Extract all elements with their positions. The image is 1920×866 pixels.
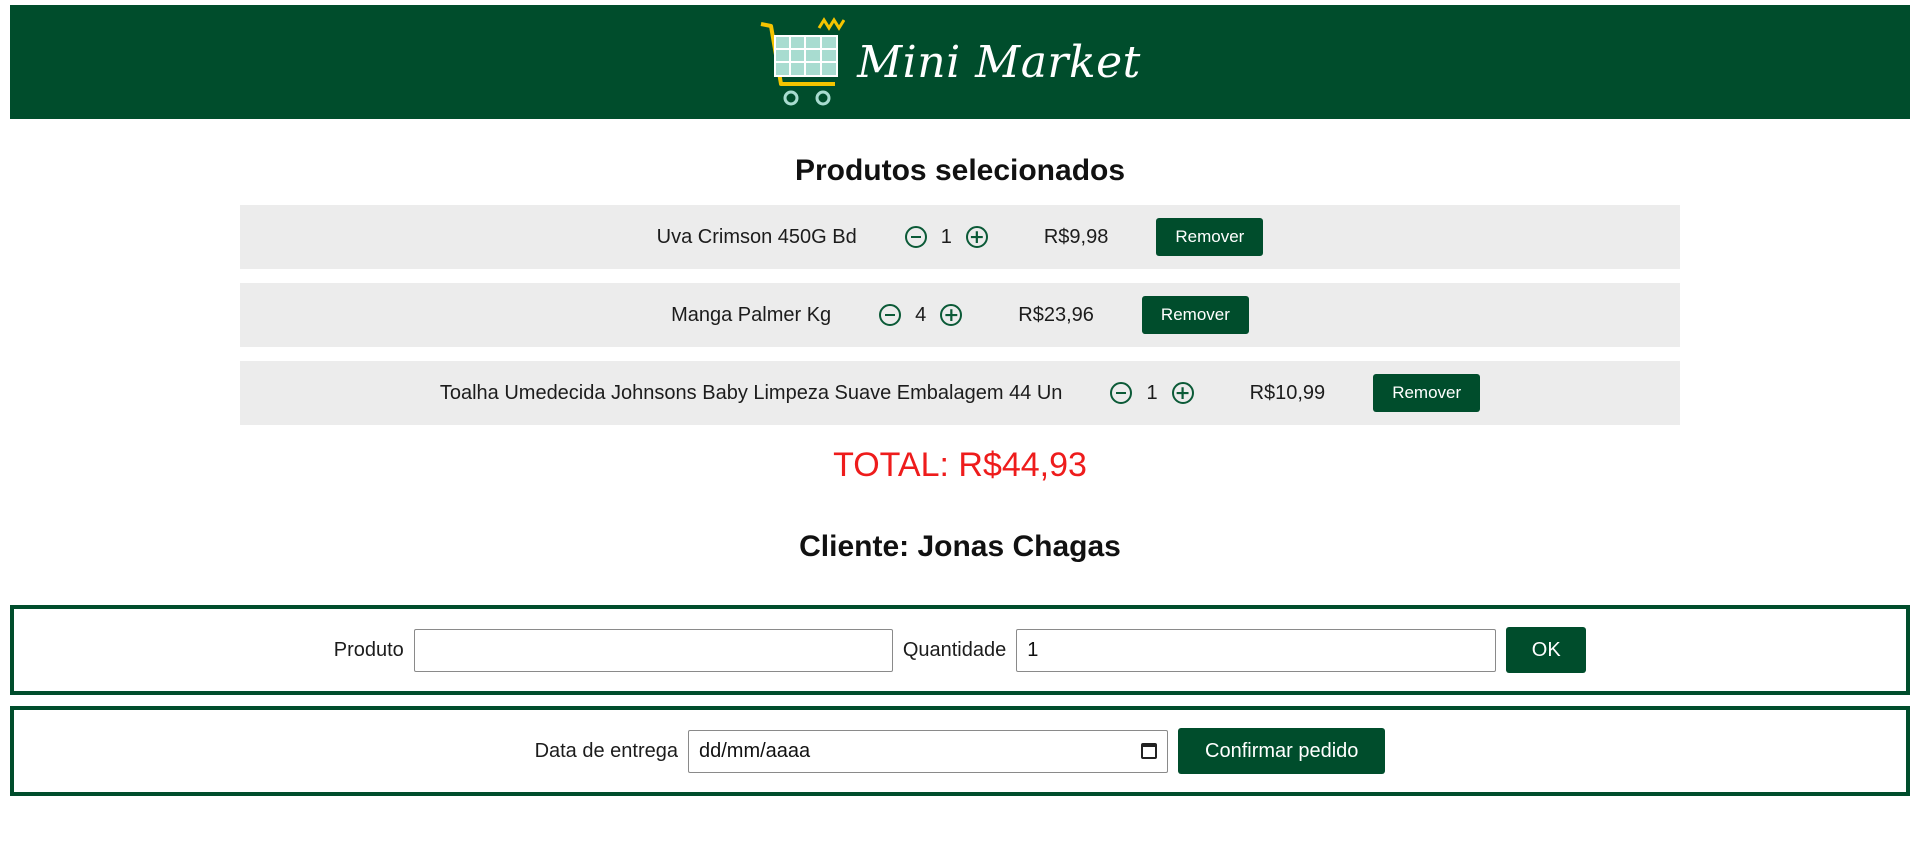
cart-item: Toalha Umedecida Johnsons Baby Limpeza S… (240, 361, 1680, 425)
decrease-quantity-button[interactable] (904, 226, 927, 248)
quantity-value: 1 (940, 225, 952, 248)
product-name: Toalha Umedecida Johnsons Baby Limpeza S… (439, 381, 1063, 404)
plus-icon: + (943, 303, 960, 326)
product-price: R$23,96 (1018, 303, 1094, 326)
remove-button[interactable]: Remover (1373, 374, 1481, 412)
quantity-value: 1 (1146, 381, 1158, 404)
client-name: Cliente: Jonas Chagas (799, 530, 1121, 563)
quantity-value: 4 (915, 303, 927, 326)
ok-button[interactable]: OK (1506, 627, 1587, 673)
cart-item: Uva Crimson 450G Bd 1 + R$9,98 Remover (240, 205, 1680, 269)
quantity-stepper: 4 + (879, 303, 963, 327)
delivery-form: Data de entrega dd/mm/aaaa Confirmar ped… (10, 706, 1910, 796)
increase-quantity-button[interactable]: + (940, 303, 963, 326)
remove-button[interactable]: Remover (1156, 218, 1264, 256)
quantity-input[interactable]: 1 (1016, 628, 1497, 672)
quantity-stepper: 1 + (1110, 381, 1194, 405)
quantity-label: Quantidade (902, 638, 1007, 661)
date-placeholder: dd/mm/aaaa (699, 739, 811, 762)
cart-title: Produtos selecionados (794, 154, 1126, 187)
logo-text: Mini Market (857, 36, 1141, 88)
decrease-quantity-button[interactable] (1110, 382, 1133, 404)
product-label: Produto (333, 638, 404, 661)
delivery-date-label: Data de entrega (534, 739, 678, 762)
product-price: R$9,98 (1043, 225, 1109, 248)
calendar-icon[interactable] (1141, 743, 1157, 759)
remove-button[interactable]: Remover (1141, 296, 1249, 334)
confirm-order-button[interactable]: Confirmar pedido (1178, 728, 1386, 774)
increase-quantity-button[interactable]: + (965, 225, 988, 248)
plus-icon: + (1174, 381, 1191, 404)
product-price: R$10,99 (1249, 381, 1326, 404)
logo[interactable]: Mini Market (759, 14, 1141, 110)
increase-quantity-button[interactable]: + (1171, 381, 1194, 404)
site-header: Mini Market (10, 5, 1910, 119)
decrease-quantity-button[interactable] (879, 304, 902, 326)
shopping-cart-icon (760, 17, 846, 106)
cart-item: Manga Palmer Kg 4 + R$23,96 Remover (240, 283, 1680, 347)
minus-icon (910, 236, 921, 238)
product-input[interactable] (413, 628, 893, 672)
minus-icon (885, 314, 896, 316)
minus-icon (1116, 392, 1127, 394)
product-name: Manga Palmer Kg (671, 303, 832, 326)
cart-total: TOTAL: R$44,93 (833, 446, 1087, 484)
plus-icon: + (968, 225, 985, 248)
quantity-stepper: 1 + (904, 225, 988, 249)
product-name: Uva Crimson 450G Bd (656, 225, 857, 248)
delivery-date-input[interactable]: dd/mm/aaaa (688, 729, 1168, 773)
add-product-form: Produto Quantidade 1 OK (10, 605, 1910, 695)
